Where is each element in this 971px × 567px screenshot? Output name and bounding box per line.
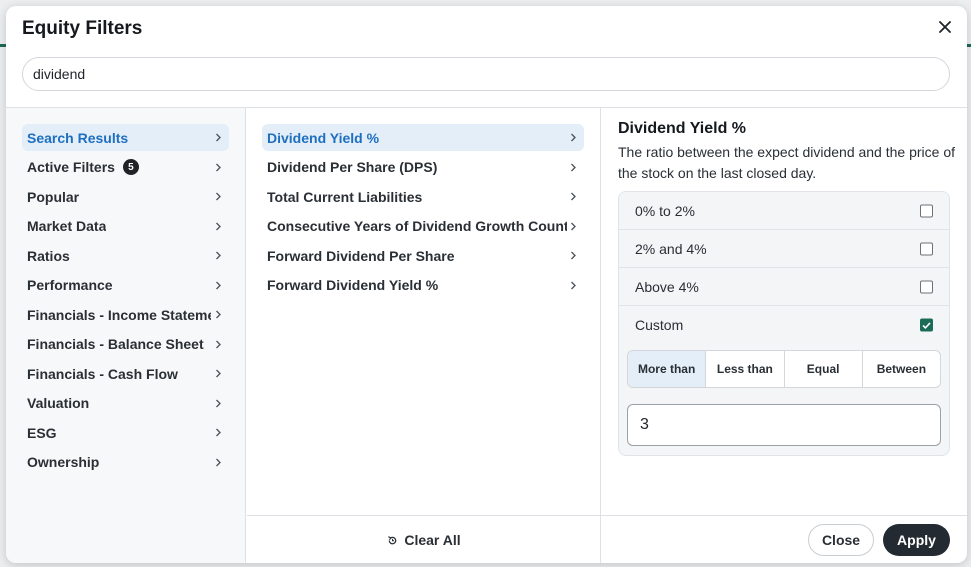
reset-icon [387, 535, 398, 546]
result-item-forward-dividend-per-share[interactable]: Forward Dividend Per Share [262, 242, 584, 269]
chevron-right-icon [568, 251, 578, 261]
category-item-valuation[interactable]: Valuation [22, 390, 229, 417]
result-item-total-current-liabilities[interactable]: Total Current Liabilities [262, 183, 584, 210]
category-label: Ratios [27, 247, 70, 264]
result-item-dividend-per-share-dps[interactable]: Dividend Per Share (DPS) [262, 154, 584, 181]
result-label: Dividend Yield % [267, 129, 380, 146]
category-label: Financials - Cash Flow [27, 365, 178, 382]
chevron-right-icon [568, 133, 578, 143]
custom-value-input[interactable] [640, 416, 928, 434]
category-item-market-data[interactable]: Market Data [22, 213, 229, 240]
category-item-financials-balance-sheet[interactable]: Financials - Balance Sheet [22, 331, 229, 358]
chevron-right-icon [213, 251, 223, 261]
chevron-right-icon [568, 221, 578, 231]
apply-button[interactable]: Apply [883, 524, 950, 556]
category-label: Search Results [27, 129, 129, 146]
comparator-more-than-button[interactable]: More than [628, 351, 707, 387]
category-item-active-filters[interactable]: Active Filters 5 [22, 154, 229, 181]
category-label: Ownership [27, 454, 100, 470]
chevron-right-icon [213, 280, 223, 290]
clear-all-button[interactable]: Clear All [247, 516, 601, 563]
chevron-right-icon [568, 192, 578, 202]
category-item-financials-cash-flow[interactable]: Financials - Cash Flow [22, 360, 229, 387]
search-input[interactable] [33, 66, 939, 82]
clear-all-label: Clear All [404, 532, 461, 548]
chevron-right-icon [568, 162, 578, 172]
category-list: Search Results Active Filters 5 Popular Mark… [6, 108, 246, 563]
active-filters-count-badge: 5 [122, 159, 139, 175]
detail-title: Dividend Yield % [618, 120, 747, 137]
result-item-forward-dividend-yield[interactable]: Forward Dividend Yield % [262, 272, 584, 299]
filter-detail-panel: Dividend Yield % The ratio between the e… [602, 108, 967, 563]
chevron-right-icon [213, 133, 223, 143]
category-label: Market Data [27, 218, 107, 234]
search-results-list: Dividend Yield % Dividend Per Share (DPS)… [247, 108, 601, 563]
category-item-financials-income-statement[interactable]: Financials - Income Statement [22, 301, 229, 328]
custom-value-field[interactable] [627, 404, 941, 446]
option-row-custom[interactable]: Custom [619, 306, 949, 344]
close-icon[interactable] [935, 17, 955, 37]
comparator-between-button[interactable]: Between [863, 351, 940, 387]
checkbox[interactable] [920, 204, 933, 217]
comparator-equal-button[interactable]: Equal [785, 351, 863, 387]
result-label: Consecutive Years of Dividend Growth Cou… [267, 218, 567, 234]
result-label: Forward Dividend Yield % [267, 277, 439, 293]
category-label: Performance [27, 277, 113, 293]
close-button[interactable]: Close [808, 524, 874, 556]
search-field[interactable] [22, 57, 950, 91]
category-item-popular[interactable]: Popular [22, 183, 229, 210]
option-row-0-to-2[interactable]: 0% to 2% [619, 192, 949, 230]
chevron-right-icon [213, 221, 223, 231]
category-item-performance[interactable]: Performance [22, 272, 229, 299]
option-label: Above 4% [635, 278, 699, 295]
result-label: Dividend Per Share (DPS) [267, 159, 438, 175]
category-label: Popular [27, 188, 80, 205]
category-item-esg[interactable]: ESG [22, 419, 229, 446]
category-label: ESG [27, 424, 57, 441]
category-item-ratios[interactable]: Ratios [22, 242, 229, 269]
checkbox[interactable] [920, 242, 933, 255]
detail-description: The ratio between the expect dividend an… [618, 144, 955, 181]
option-row-above-4[interactable]: Above 4% [619, 268, 949, 306]
modal-title: Equity Filters [22, 18, 143, 39]
category-item-search-results[interactable]: Search Results [22, 124, 229, 151]
chevron-right-icon [213, 162, 223, 172]
chevron-right-icon [213, 369, 223, 379]
checkbox-checked[interactable] [920, 318, 933, 332]
comparator-segmented-control: More than Less than Equal Between [627, 350, 941, 388]
category-label: Valuation [27, 395, 90, 411]
chevron-right-icon [213, 339, 223, 349]
equity-filters-modal: Equity Filters Search Results Active Filt… [6, 6, 967, 563]
comparator-less-than-button[interactable]: Less than [706, 351, 785, 387]
chevron-right-icon [213, 398, 223, 408]
chevron-right-icon [568, 280, 578, 290]
category-item-ownership[interactable]: Ownership [22, 449, 229, 476]
chevron-right-icon [213, 428, 223, 438]
result-item-dividend-yield[interactable]: Dividend Yield % [262, 124, 584, 151]
category-label: Financials - Balance Sheet [27, 336, 204, 352]
result-item-consecutive-years-of-dividend-growth-count[interactable]: Consecutive Years of Dividend Growth Cou… [262, 213, 584, 240]
option-label: 2% and 4% [635, 240, 707, 257]
filters-body: Search Results Active Filters 5 Popular Mark… [6, 107, 967, 563]
option-label: Custom [635, 317, 684, 333]
checkbox[interactable] [920, 280, 933, 293]
chevron-right-icon [213, 457, 223, 467]
filter-options: 0% to 2% 2% and 4% Above 4% Custom More tha… [618, 191, 950, 456]
category-label: Financials - Income Statement [27, 306, 211, 323]
result-label: Total Current Liabilities [267, 188, 423, 205]
result-label: Forward Dividend Per Share [267, 247, 455, 264]
chevron-right-icon [213, 192, 223, 202]
category-label: Active Filters [27, 159, 115, 175]
chevron-right-icon [213, 310, 223, 320]
option-label: 0% to 2% [635, 202, 695, 219]
option-row-2-and-4[interactable]: 2% and 4% [619, 230, 949, 268]
